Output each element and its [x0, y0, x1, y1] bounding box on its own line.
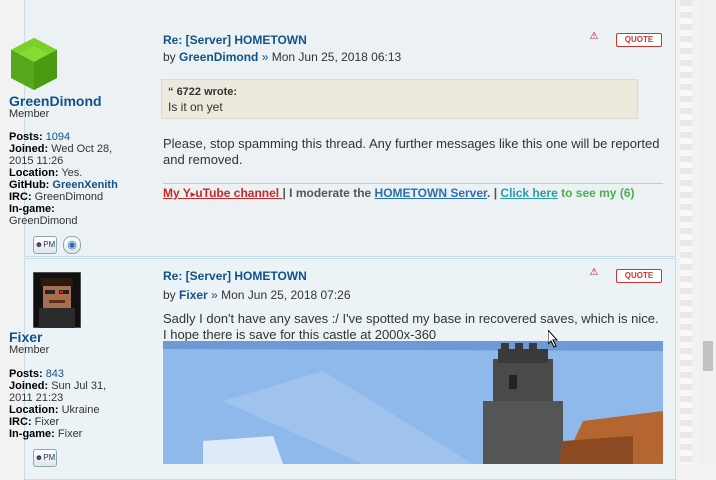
- warning-icon: ⚠: [589, 31, 599, 42]
- github-label: GitHub:: [9, 179, 50, 191]
- scrollbar-thumb[interactable]: [703, 341, 713, 371]
- pm-button[interactable]: ☻PM: [33, 449, 57, 467]
- ingame-value: Fixer: [57, 428, 83, 440]
- location-value: Ukraine: [61, 404, 100, 416]
- posts-count[interactable]: 843: [46, 368, 64, 380]
- post-body: Sadly I don't have any saves :/ I've spo…: [163, 311, 659, 342]
- joined-time: 2011 21:23: [9, 392, 64, 404]
- user-rank: Member: [9, 108, 50, 120]
- signature-server-link[interactable]: HOMETOWN Server: [375, 186, 487, 200]
- user-icon: ☻: [34, 240, 44, 249]
- avatar[interactable]: [8, 36, 60, 92]
- post-byline: by Fixer » Mon Jun 25, 2018 07:26: [163, 288, 351, 302]
- signature-click-link[interactable]: Click here: [500, 186, 557, 200]
- profile-facts: Posts: 1094 Joined: Wed Oct 28, 2015 11:…: [9, 131, 118, 227]
- irc-label: IRC:: [9, 191, 32, 203]
- user-rank: Member: [9, 344, 50, 356]
- ingame-label: In-game:: [9, 428, 55, 440]
- mouse-cursor-icon: [548, 330, 558, 348]
- quote-button[interactable]: QUOTE: [616, 269, 662, 283]
- signature-divider: [163, 183, 663, 184]
- signature: My Y▸uTube channel | I moderate the HOME…: [163, 186, 635, 200]
- forum-post: [24, 0, 676, 257]
- posts-label: Posts:: [9, 368, 43, 380]
- irc-value: GreenDimond: [34, 191, 104, 203]
- post-author-link[interactable]: Fixer: [179, 288, 208, 302]
- globe-icon: ◉: [67, 239, 77, 251]
- castle-screenshot-image: [163, 341, 663, 464]
- post-date: Mon Jun 25, 2018 07:26: [221, 288, 351, 302]
- joined-time: 2015 11:26: [9, 155, 64, 167]
- forum-page: GreenDimond Member Posts: 1094 Joined: W…: [0, 0, 700, 480]
- post-body: Please, stop spamming this thread. Any f…: [163, 136, 660, 167]
- github-link[interactable]: GreenXenith: [52, 179, 117, 191]
- quote-button[interactable]: QUOTE: [616, 33, 662, 47]
- irc-label: IRC:: [9, 416, 32, 428]
- quote-text: Is it on yet: [168, 100, 223, 114]
- post-date: Mon Jun 25, 2018 06:13: [271, 50, 402, 64]
- page-edge: [680, 0, 692, 464]
- scrollbar[interactable]: [700, 0, 716, 464]
- posts-count[interactable]: 1094: [46, 131, 70, 143]
- signature-youtube-link[interactable]: My Y▸uTube channel: [163, 186, 282, 200]
- user-icon: ☻: [34, 453, 44, 462]
- location-label: Location:: [9, 167, 59, 179]
- ingame-value: GreenDimond: [9, 215, 78, 227]
- post-title[interactable]: Re: [Server] HOMETOWN: [163, 33, 307, 47]
- posts-label: Posts:: [9, 131, 43, 143]
- profile-facts: Posts: 843 Joined: Sun Jul 31, 2011 21:2…: [9, 368, 106, 440]
- pm-button[interactable]: ☻PM: [33, 236, 57, 254]
- post-byline: by GreenDimond » Mon Jun 25, 2018 06:13: [163, 50, 402, 64]
- quote-block: “ 6722 wrote: Is it on yet: [161, 79, 638, 119]
- username[interactable]: Fixer: [9, 329, 42, 345]
- joined-label: Joined:: [9, 143, 49, 155]
- post-author-link[interactable]: GreenDimond: [179, 50, 258, 64]
- joined-label: Joined:: [9, 380, 49, 392]
- post-title[interactable]: Re: [Server] HOMETOWN: [163, 269, 307, 283]
- location-label: Location:: [9, 404, 59, 416]
- report-button[interactable]: ⚠: [587, 31, 601, 45]
- irc-value: Fixer: [34, 416, 60, 428]
- website-button[interactable]: ◉: [63, 236, 81, 254]
- avatar[interactable]: [33, 272, 81, 328]
- report-button[interactable]: ⚠: [587, 267, 601, 281]
- location-value: Yes.: [61, 167, 83, 179]
- joined-date: Wed Oct 28,: [51, 143, 113, 155]
- username[interactable]: GreenDimond: [9, 93, 102, 109]
- joined-date: Sun Jul 31,: [51, 380, 107, 392]
- warning-icon: ⚠: [589, 267, 599, 278]
- quote-author: “ 6722 wrote:: [168, 86, 238, 98]
- quote-mark-icon: “: [168, 86, 174, 98]
- ingame-label: In-game:: [9, 203, 55, 215]
- post-image[interactable]: [163, 341, 663, 464]
